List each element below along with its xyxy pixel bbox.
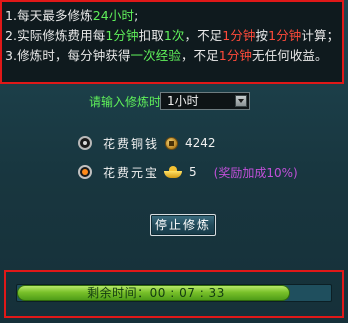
rule-text: ; — [134, 8, 139, 23]
rule-text: 按 — [255, 28, 269, 43]
rule-highlight: 1分钟 — [105, 28, 139, 43]
copper-radio[interactable] — [78, 136, 92, 150]
rule-text: 修炼时，每分钟获得 — [17, 48, 131, 63]
rule-text: 扣取 — [138, 28, 164, 43]
rule-highlight: 24小时 — [92, 8, 135, 23]
option-yuanbao[interactable]: 花费元宝 5 (奖励加成10%) — [78, 163, 298, 181]
time-select-value: 1小时 — [167, 94, 199, 108]
yuanbao-label: 花费元宝 — [103, 165, 160, 180]
option-copper[interactable]: 花费铜钱 4242 — [78, 134, 216, 152]
rule-text: 实际修炼费用每 — [17, 28, 106, 43]
rule-line-1: 1.每天最多修炼24小时; — [5, 6, 342, 26]
yuanbao-value: 5 — [189, 165, 197, 179]
progress-box: 剩余时间：00 : 07 : 33 — [4, 270, 344, 318]
rule-highlight: 一次经验 — [130, 48, 181, 63]
rule-highlight: 1次 — [163, 28, 185, 43]
rule-line-3: 3.修炼时，每分钟获得一次经验，不足1分钟无任何收益。 — [5, 46, 342, 66]
rule-text: 计算； — [301, 28, 340, 43]
progress-track: 剩余时间：00 : 07 : 33 — [16, 284, 332, 302]
rule-line-2: 2.实际修炼费用每1分钟扣取1次，不足1分钟按1分钟计算； — [5, 26, 342, 46]
rule-highlight-red: 1分钟 — [268, 28, 302, 43]
remaining-time: 剩余时间：00 : 07 : 33 — [87, 286, 225, 300]
rule-number: 3. — [5, 48, 18, 63]
rule-highlight-red: 1分钟 — [218, 48, 253, 63]
copper-coin-icon — [165, 136, 179, 150]
stop-cultivation-button[interactable]: 停止修炼 — [150, 214, 216, 236]
rule-text: ，不足 — [184, 28, 223, 43]
rule-highlight-red: 1分钟 — [222, 28, 256, 43]
rules-box: 1.每天最多修炼24小时; 2.实际修炼费用每1分钟扣取1次，不足1分钟按1分钟… — [0, 0, 344, 84]
rule-text: 每天最多修炼 — [17, 8, 93, 23]
rule-text: 无任何收益。 — [252, 48, 328, 63]
chevron-down-icon[interactable] — [235, 95, 247, 107]
copper-value: 4242 — [185, 136, 216, 150]
rule-number: 1. — [5, 8, 18, 23]
time-select[interactable]: 1小时 — [160, 92, 250, 110]
yuanbao-radio[interactable] — [78, 165, 92, 179]
bonus-text: (奖励加成10%) — [213, 165, 298, 180]
rule-number: 2. — [5, 28, 18, 43]
gold-ingot-icon — [164, 166, 183, 178]
rule-text: ，不足 — [180, 48, 219, 63]
copper-label: 花费铜钱 — [103, 136, 160, 151]
cultivation-panel: 1.每天最多修炼24小时; 2.实际修炼费用每1分钟扣取1次，不足1分钟按1分钟… — [0, 0, 348, 323]
